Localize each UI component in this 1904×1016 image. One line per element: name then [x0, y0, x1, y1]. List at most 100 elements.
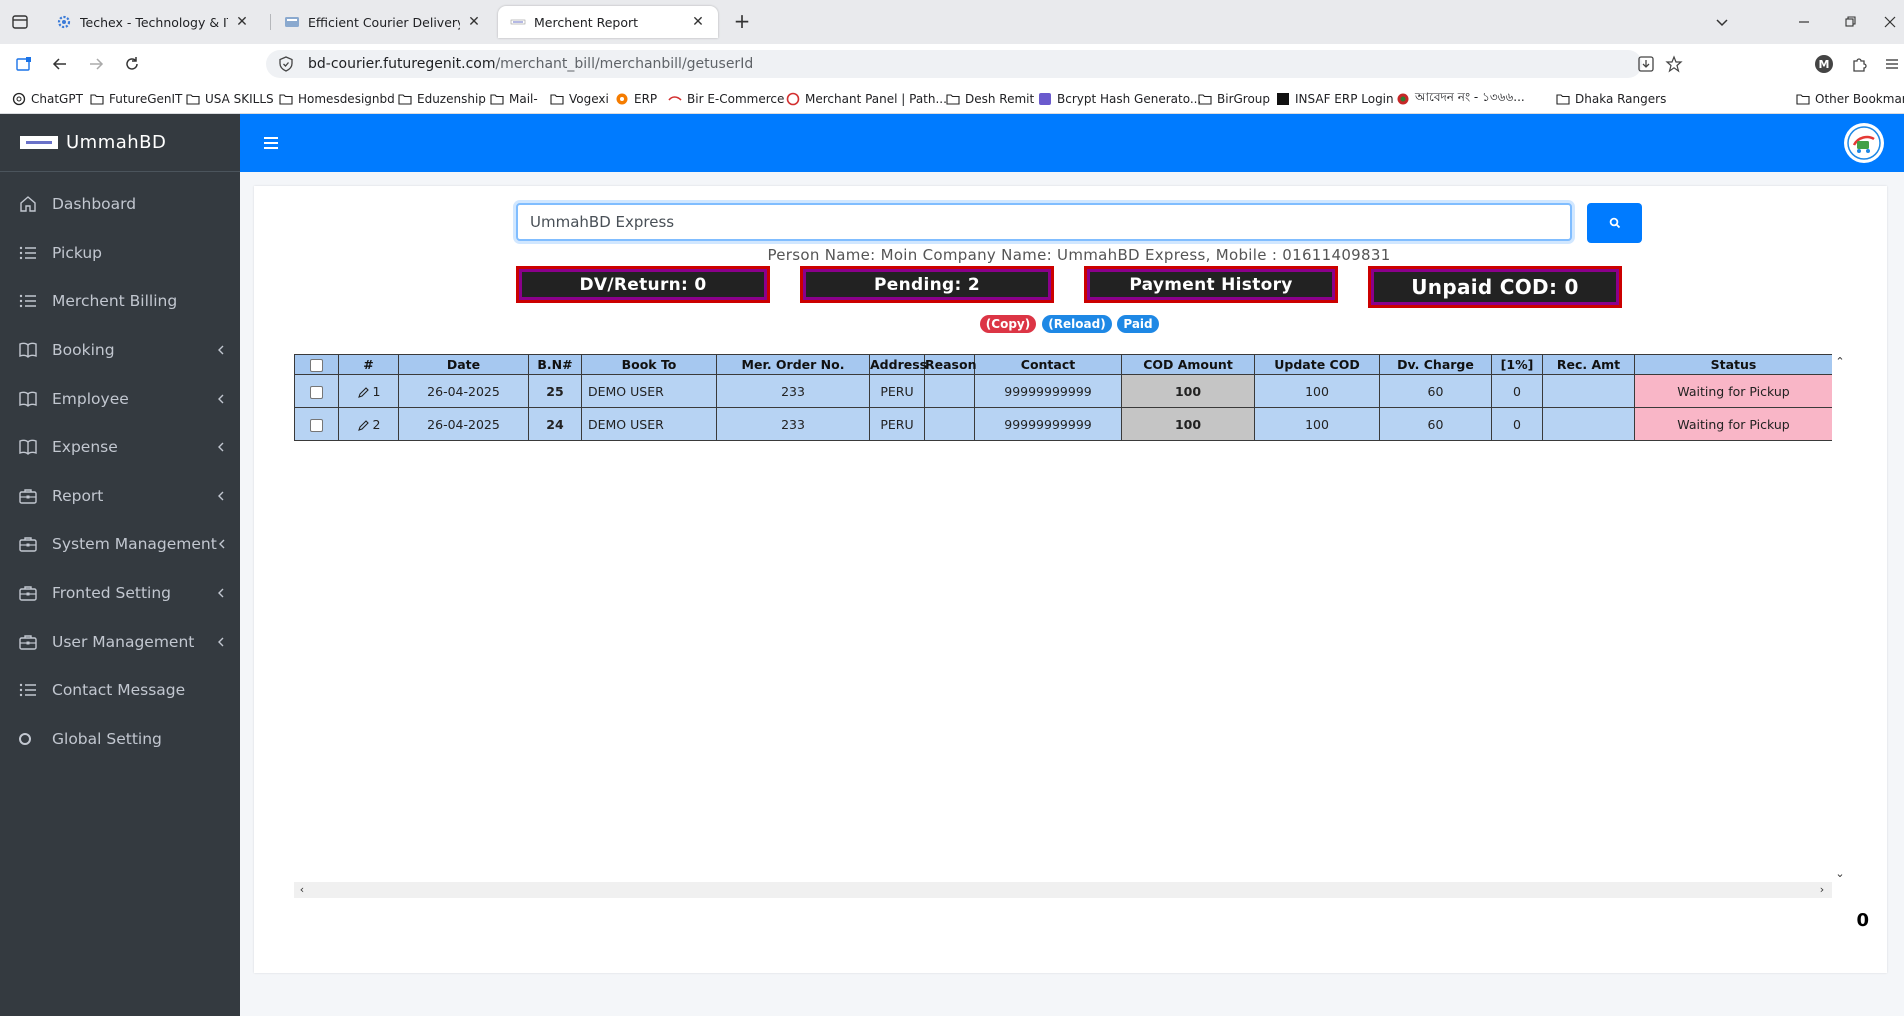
- forward-arrow-icon[interactable]: [84, 52, 108, 76]
- row-number-cell[interactable]: 2: [338, 407, 399, 441]
- bookmark-item[interactable]: ERP: [615, 90, 657, 108]
- reload-icon[interactable]: [120, 52, 144, 76]
- rec-amt-cell: [1542, 374, 1635, 408]
- bookmark-item[interactable]: INSAF ERP Login: [1276, 90, 1394, 108]
- sidebar-item-global-setting[interactable]: Global Setting: [0, 715, 240, 764]
- row-select-cell[interactable]: [294, 374, 339, 408]
- update-cod-cell[interactable]: 100: [1254, 407, 1380, 441]
- restore-window-button[interactable]: [1838, 10, 1862, 34]
- bookmark-item[interactable]: Dhaka Rangers: [1556, 90, 1666, 108]
- edit-pencil-icon[interactable]: [357, 386, 370, 399]
- close-tab-icon[interactable]: ✕: [690, 14, 706, 30]
- sidebar-item-expense[interactable]: Expense: [0, 423, 240, 472]
- column-header: Mer. Order No.: [716, 354, 870, 375]
- row-checkbox[interactable]: [310, 418, 323, 432]
- new-tab-button[interactable]: +: [730, 10, 754, 34]
- bookmark-label: ERP: [634, 92, 658, 106]
- select-all-checkbox[interactable]: [310, 359, 323, 372]
- bookmark-item[interactable]: USA SKILLS: [186, 90, 274, 108]
- bookmark-item[interactable]: Bir E-Commerce: [668, 90, 784, 108]
- close-window-button[interactable]: [1878, 10, 1902, 34]
- order-no-cell: 233: [716, 407, 870, 441]
- bookmark-item[interactable]: Mail-: [490, 90, 538, 108]
- download-icon[interactable]: [1634, 52, 1658, 76]
- back-arrow-icon[interactable]: [48, 52, 72, 76]
- sidebar-item-merchent-billing[interactable]: Merchent Billing: [0, 277, 240, 326]
- bookmark-item[interactable]: FutureGenIT: [90, 90, 182, 108]
- bookmark-item[interactable]: Desh Remit: [946, 90, 1034, 108]
- sidebar-item-pickup[interactable]: Pickup: [0, 229, 240, 278]
- sidebar-item-report[interactable]: Report: [0, 472, 240, 521]
- folder-icon: [1198, 94, 1212, 105]
- sidebar-item-system-management[interactable]: System Management: [0, 520, 240, 569]
- scroll-down-icon[interactable]: ⌄: [1834, 868, 1846, 880]
- scroll-up-icon[interactable]: ⌃: [1834, 356, 1846, 368]
- chevron-left-icon: [218, 442, 224, 452]
- extensions-puzzle-icon[interactable]: [1848, 52, 1872, 76]
- browser-tab-techex[interactable]: Techex - Technology & IT Servic ✕: [44, 6, 262, 38]
- browser-tab-merchent-report[interactable]: Merchent Report ✕: [498, 6, 718, 38]
- tab-separator: [270, 14, 271, 30]
- reload-button[interactable]: (Reload): [1042, 315, 1112, 333]
- close-tab-icon[interactable]: ✕: [466, 14, 482, 30]
- bookmark-item[interactable]: Homesdesignbd: [279, 90, 395, 108]
- bookmark-item[interactable]: আবেদন নং - ১৩৬৬...: [1396, 90, 1525, 108]
- minimize-window-button[interactable]: [1792, 10, 1816, 34]
- url-host: bd-courier.futuregenit.com: [308, 56, 496, 72]
- scroll-left-icon[interactable]: ‹: [296, 884, 308, 896]
- address-cell: PERU: [869, 374, 925, 408]
- search-button[interactable]: [1587, 203, 1642, 243]
- vertical-scrollbar[interactable]: ⌃ ⌄: [1832, 354, 1847, 882]
- bookmark-item[interactable]: ChatGPT: [12, 90, 83, 108]
- payment-history-button[interactable]: Payment History: [1084, 266, 1338, 303]
- merchant-search-input[interactable]: [516, 203, 1572, 241]
- edit-pencil-icon[interactable]: [357, 419, 370, 432]
- paid-button[interactable]: Paid: [1117, 315, 1159, 333]
- folder-icon: [946, 94, 960, 105]
- column-header: Dv. Charge: [1379, 354, 1492, 375]
- profile-initial: M: [1818, 57, 1830, 71]
- profile-avatar[interactable]: M: [1812, 52, 1836, 76]
- sidebar-item-contact-message[interactable]: Contact Message: [0, 666, 240, 715]
- copy-button[interactable]: (Copy): [980, 315, 1036, 333]
- bookmark-item[interactable]: Eduzenship: [398, 90, 486, 108]
- sidebar-item-label: Employee: [52, 389, 129, 408]
- horizontal-scrollbar[interactable]: ‹ ›: [294, 882, 1832, 898]
- update-cod-cell[interactable]: 100: [1254, 374, 1380, 408]
- sidebar-toggle-icon[interactable]: [12, 52, 36, 76]
- address-bar[interactable]: bd-courier.futuregenit.com/merchant_bill…: [266, 50, 1642, 78]
- scroll-right-icon[interactable]: ›: [1816, 884, 1828, 896]
- sidebar-item-user-management[interactable]: User Management: [0, 617, 240, 666]
- sidebar-item-label: Report: [52, 486, 104, 505]
- hamburger-menu-icon[interactable]: [262, 134, 280, 152]
- dv-return-box[interactable]: DV/Return: 0: [516, 266, 770, 303]
- user-avatar[interactable]: [1844, 123, 1884, 163]
- row-select-cell[interactable]: [294, 407, 339, 441]
- select-all-header[interactable]: [294, 354, 339, 375]
- bookmark-star-icon[interactable]: [1662, 52, 1686, 76]
- brand-link[interactable]: UmmahBD: [0, 114, 240, 172]
- bookmark-item[interactable]: Vogexi: [550, 90, 609, 108]
- bookmark-item[interactable]: BirGroup: [1198, 90, 1270, 108]
- bookmark-label: আবেদন নং - ১৩৬৬...: [1415, 90, 1525, 104]
- tab-list-icon[interactable]: [10, 12, 30, 32]
- tab-overflow-chevron-icon[interactable]: [1710, 10, 1734, 34]
- column-header: Contact: [974, 354, 1122, 375]
- close-tab-icon[interactable]: ✕: [234, 14, 250, 30]
- unpaid-cod-box[interactable]: Unpaid COD: 0: [1368, 266, 1622, 308]
- column-header: B.N#: [528, 354, 582, 375]
- sidebar-item-booking[interactable]: Booking: [0, 326, 240, 375]
- row-number-cell[interactable]: 1: [338, 374, 399, 408]
- cod-amount-cell: 100: [1121, 374, 1255, 408]
- bookmark-item[interactable]: Merchant Panel | Path...: [786, 90, 947, 108]
- site-info-icon[interactable]: [278, 56, 294, 72]
- pending-box[interactable]: Pending: 2: [800, 266, 1054, 303]
- sidebar-item-employee[interactable]: Employee: [0, 374, 240, 423]
- sidebar-item-fronted-setting[interactable]: Fronted Setting: [0, 569, 240, 618]
- browser-menu-icon[interactable]: [1880, 52, 1904, 76]
- sidebar-item-dashboard[interactable]: Dashboard: [0, 180, 240, 229]
- other-bookmarks[interactable]: Other Bookmark: [1796, 90, 1904, 108]
- bookmark-item[interactable]: Bcrypt Hash Generato...: [1038, 90, 1201, 108]
- browser-tab-courier[interactable]: Efficient Courier Delivery Manac ✕: [272, 6, 494, 38]
- row-checkbox[interactable]: [310, 385, 323, 399]
